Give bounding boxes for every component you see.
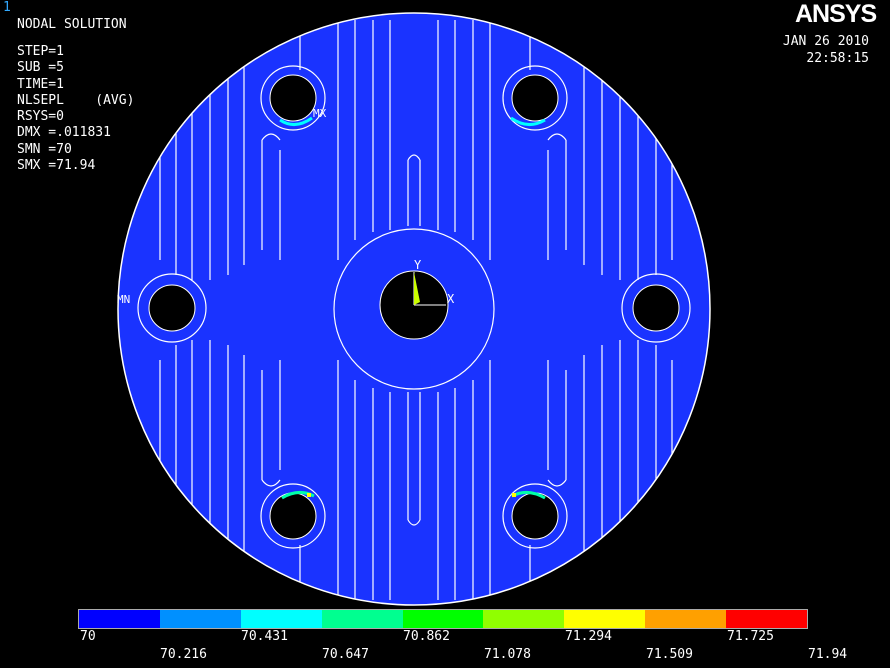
contour-legend — [78, 609, 808, 629]
legend-swatch-1 — [79, 610, 160, 628]
model-viewport[interactable]: Y X MX MN — [0, 0, 890, 608]
legend-swatch-5 — [402, 610, 484, 628]
legend-swatch-3 — [240, 610, 322, 628]
min-marker: MN — [117, 293, 130, 306]
legend-swatch-9 — [726, 610, 808, 628]
axis-y-label: Y — [414, 258, 422, 272]
legend-label: 70.216 — [160, 647, 207, 662]
legend-label: 71.725 — [727, 629, 774, 644]
legend-swatch-4 — [321, 610, 403, 628]
legend-swatch-6 — [483, 610, 565, 628]
axis-x-label: X — [447, 292, 455, 306]
bolt-hole-right — [632, 284, 680, 332]
legend-label: 70.431 — [241, 629, 288, 644]
legend-label: 71.94 — [808, 647, 848, 662]
legend-label: 70.647 — [322, 647, 369, 662]
max-marker: MX — [313, 107, 327, 120]
bolt-hole-bottom-right — [511, 492, 559, 540]
bolt-hole-top-right — [511, 74, 559, 122]
bolt-hole-bottom-left — [269, 492, 317, 540]
legend-label: 71.294 — [565, 629, 612, 644]
legend-label: 71.078 — [484, 647, 531, 662]
legend-swatch-8 — [645, 610, 727, 628]
bolt-hole-left — [148, 284, 196, 332]
legend-label: 70.862 — [403, 629, 450, 644]
legend-label: 71.509 — [646, 647, 693, 662]
legend-label: 70 — [80, 629, 96, 644]
legend-swatch-7 — [564, 610, 646, 628]
legend-swatch-2 — [159, 610, 241, 628]
bolt-hole-top-left — [269, 74, 317, 122]
